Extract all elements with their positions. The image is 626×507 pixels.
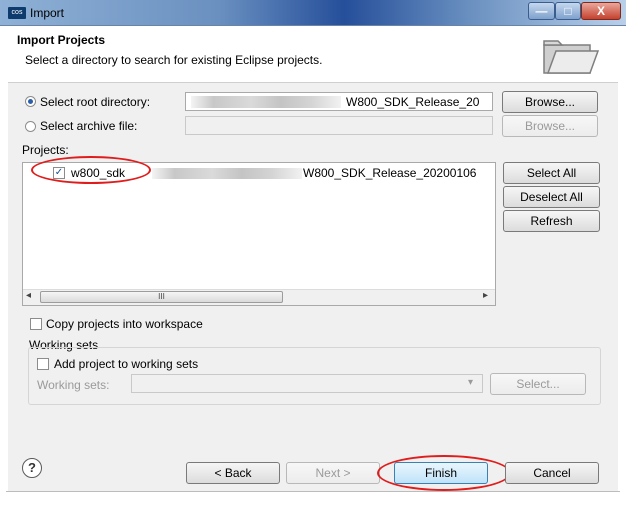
window-title: Import [30, 6, 65, 20]
archive-file-label: Select archive file: [40, 119, 138, 133]
refresh-button[interactable]: Refresh [503, 210, 600, 232]
select-working-sets-button[interactable]: Select... [490, 373, 586, 395]
projects-label: Projects: [22, 143, 69, 157]
page-title: Import Projects [17, 33, 106, 47]
scroll-right-icon[interactable]: ▸ [483, 290, 488, 301]
archive-file-radio[interactable] [25, 121, 36, 132]
maximize-button[interactable]: □ [555, 2, 581, 20]
annotation-circle-project [31, 156, 151, 184]
root-directory-label: Select root directory: [40, 95, 151, 109]
back-button[interactable]: < Back [186, 462, 280, 484]
root-directory-value: W800_SDK_Release_20 [346, 95, 480, 109]
page-subtitle: Select a directory to search for existin… [25, 53, 323, 67]
browse-directory-button[interactable]: Browse... [502, 91, 598, 113]
scroll-thumb[interactable]: III [40, 291, 283, 303]
browse-archive-button[interactable]: Browse... [502, 115, 598, 137]
select-all-button[interactable]: Select All [503, 162, 600, 184]
close-button[interactable]: X [581, 2, 621, 20]
next-button[interactable]: Next > [286, 462, 380, 484]
deselect-all-button[interactable]: Deselect All [503, 186, 600, 208]
copy-projects-label: Copy projects into workspace [46, 317, 203, 331]
working-sets-dropdown[interactable] [131, 374, 483, 393]
project-path: W800_SDK_Release_20200106 [303, 166, 477, 180]
root-directory-input[interactable]: W800_SDK_Release_20 [185, 92, 493, 111]
root-directory-radio[interactable] [25, 96, 36, 107]
bottom-divider [6, 491, 620, 492]
redacted-path [191, 96, 341, 108]
minimize-button[interactable]: — [528, 2, 555, 20]
app-icon: cos [8, 7, 26, 19]
copy-projects-checkbox[interactable] [30, 318, 42, 330]
folder-icon [543, 40, 600, 74]
archive-file-input[interactable] [185, 116, 493, 135]
help-icon[interactable]: ? [22, 458, 42, 478]
scroll-left-icon[interactable]: ◂ [26, 290, 31, 301]
chevron-down-icon[interactable]: ▾ [468, 377, 473, 388]
working-sets-field-label: Working sets: [37, 378, 110, 392]
redacted-project-path [152, 168, 302, 179]
add-to-working-sets-checkbox[interactable] [37, 358, 49, 370]
annotation-circle-finish [377, 455, 511, 491]
add-to-working-sets-label: Add project to working sets [54, 357, 199, 371]
cancel-button[interactable]: Cancel [505, 462, 599, 484]
